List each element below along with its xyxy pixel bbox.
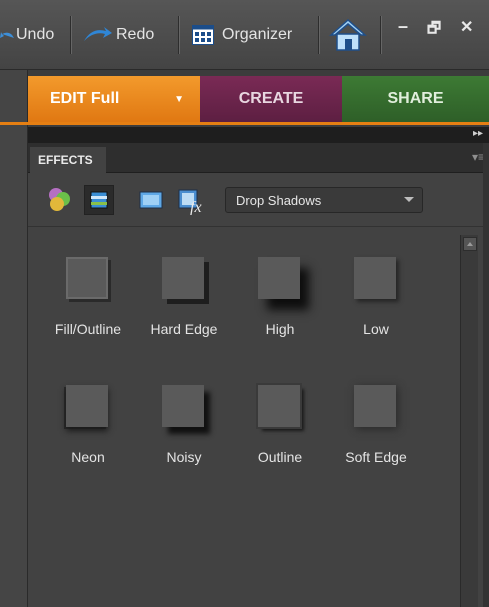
effect-thumbnail	[162, 385, 204, 427]
effect-label: Neon	[71, 449, 105, 465]
toolbar-divider	[70, 16, 71, 54]
effect-item[interactable]: High	[234, 243, 326, 368]
layer-styles-button[interactable]	[84, 185, 114, 215]
tab-edit[interactable]: EDIT Full ▼	[28, 76, 200, 122]
collapse-panel-icon[interactable]: ▸▸	[473, 128, 483, 139]
effect-item[interactable]: Neon	[42, 371, 134, 496]
effect-label: Soft Edge	[345, 449, 407, 465]
tab-edit-label: EDIT Full	[50, 90, 120, 107]
close-icon: ✕	[460, 19, 474, 36]
effect-label: Fill/Outline	[54, 321, 122, 337]
toolbar-divider	[318, 16, 319, 54]
effects-grid: Fill/Outline Hard Edge High Low Neon Noisy Out…	[42, 243, 447, 593]
effect-thumbnail	[66, 385, 108, 427]
tab-effects[interactable]: EFFECTS	[30, 147, 106, 173]
organizer-button[interactable]: Organizer	[192, 0, 292, 70]
effects-filter-row: fx Drop Shadows	[28, 173, 489, 227]
redo-button[interactable]: Redo	[82, 0, 154, 70]
layer-styles-icon	[90, 191, 108, 209]
window-edge	[483, 143, 489, 607]
panel-scrollbar[interactable]	[460, 235, 478, 607]
scroll-up-arrow[interactable]	[463, 237, 477, 251]
restore-button[interactable]: 🗗	[427, 18, 441, 43]
effect-item[interactable]: Soft Edge	[330, 371, 422, 496]
organizer-label: Organizer	[222, 26, 293, 43]
close-button[interactable]: ✕	[460, 17, 473, 37]
tab-create-label: CREATE	[238, 90, 304, 107]
restore-icon: 🗗	[427, 20, 442, 37]
panel-collapse-bar: ▸▸	[28, 127, 489, 143]
effect-thumbnail	[258, 385, 300, 427]
all-effects-icon[interactable]	[44, 185, 74, 215]
effect-thumbnail	[258, 257, 300, 299]
chevron-down-icon[interactable]: ▼	[174, 94, 184, 105]
effect-label: Low	[363, 321, 389, 337]
effect-thumbnail	[354, 385, 396, 427]
redo-icon	[84, 27, 112, 41]
effect-thumbnail	[354, 257, 396, 299]
mode-tab-bar: EDIT Full ▼ CREATE SHARE	[28, 76, 489, 122]
effect-item[interactable]: Outline	[234, 371, 326, 496]
effects-category-dropdown[interactable]: Drop Shadows	[225, 187, 423, 213]
effect-label: Outline	[257, 449, 303, 465]
home-icon	[329, 18, 367, 51]
undo-icon	[0, 32, 14, 38]
dropdown-selected-value: Drop Shadows	[236, 192, 322, 208]
effect-thumbnail	[162, 257, 204, 299]
redo-label: Redo	[116, 26, 155, 43]
panel-tab-strip: EFFECTS ▾≡	[28, 143, 489, 173]
effect-label: Noisy	[166, 449, 202, 465]
filters-fx-icon[interactable]: fx	[176, 185, 206, 215]
top-toolbar: Undo Redo Organizer – 🗗 ✕	[0, 0, 489, 70]
undo-button[interactable]: Undo	[0, 0, 54, 70]
effect-label: Hard Edge	[150, 321, 218, 337]
home-button[interactable]	[328, 0, 368, 70]
tab-create[interactable]: CREATE	[200, 76, 342, 122]
undo-label: Undo	[16, 26, 55, 43]
tab-share[interactable]: SHARE	[342, 76, 489, 122]
svg-text:fx: fx	[190, 199, 202, 215]
toolbar-divider	[178, 16, 179, 54]
tab-accent-line	[0, 122, 489, 125]
minimize-icon: –	[398, 16, 409, 36]
minimize-button[interactable]: –	[398, 16, 408, 37]
effect-item[interactable]: Low	[330, 243, 422, 368]
effects-panel: EFFECTS ▾≡ fx Drop Shadows Fill/Outline H…	[28, 143, 489, 607]
effect-item[interactable]: Noisy	[138, 371, 230, 496]
chevron-down-icon	[404, 197, 414, 202]
toolbar-divider	[380, 16, 381, 54]
effect-item[interactable]: Hard Edge	[138, 243, 230, 368]
photo-effects-icon[interactable]	[136, 185, 166, 215]
effect-thumbnail	[66, 257, 108, 299]
effect-label: High	[265, 321, 295, 337]
tab-share-label: SHARE	[387, 90, 444, 107]
left-panel-strip	[0, 70, 28, 607]
organizer-grid-icon	[192, 25, 214, 45]
effect-item[interactable]: Fill/Outline	[42, 243, 134, 368]
